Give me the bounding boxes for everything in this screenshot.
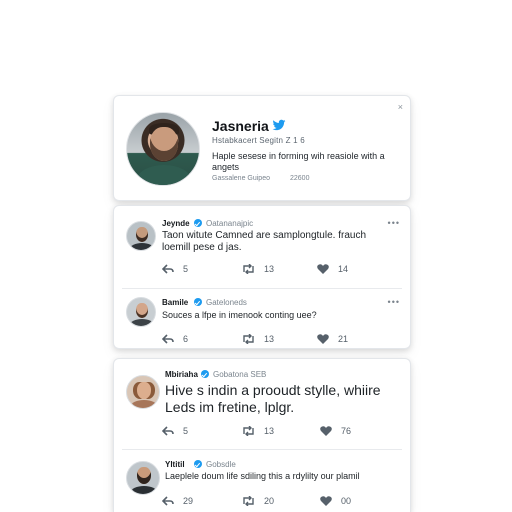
- tweet-text: Souces a lfpe in imenook conting uee?: [162, 310, 317, 320]
- retweet-button[interactable]: 13: [242, 334, 274, 344]
- feed-card: Jeynde Oatananajpic ••• Taon witute Camn…: [113, 205, 411, 349]
- reply-count: 6: [183, 334, 189, 344]
- retweet-icon: [243, 264, 254, 274]
- like-button[interactable]: 76: [320, 426, 351, 436]
- verified-badge-icon: [201, 370, 209, 378]
- reply-count: 5: [183, 264, 189, 274]
- more-options-icon[interactable]: •••: [388, 218, 400, 228]
- reply-button[interactable]: 5: [162, 426, 188, 436]
- tweet[interactable]: Jeynde Oatananajpic ••• Taon witute Camn…: [114, 206, 410, 291]
- avatar-face: [150, 127, 178, 161]
- tweet-author-handle[interactable]: Gobatona SEB: [213, 370, 266, 379]
- tweet-text: Taon witute Camned are samplongtule. fra…: [162, 230, 367, 241]
- like-button[interactable]: 00: [320, 496, 351, 506]
- verified-badge-icon: [194, 460, 202, 468]
- like-button[interactable]: 14: [317, 264, 348, 274]
- avatar-shoulders: [137, 165, 191, 185]
- reply-count: 5: [183, 426, 189, 436]
- reply-icon: [162, 496, 174, 506]
- feed-card: Mbiriaha Gobatona SEB Hive s indin a pro…: [113, 358, 411, 512]
- profile-handle[interactable]: Gassalene Guipeo: [212, 175, 270, 182]
- avatar[interactable]: [126, 221, 156, 251]
- tweet-author-name[interactable]: Yltitil: [165, 460, 185, 469]
- avatar-shoulders: [131, 400, 157, 408]
- tweet[interactable]: Bamile Gateloneds ••• Souces a lfpe in i…: [114, 289, 410, 350]
- retweet-count: 13: [264, 264, 275, 274]
- tweet-author-name[interactable]: Mbiriaha: [165, 370, 198, 379]
- reply-button[interactable]: 29: [162, 496, 193, 506]
- profile-avatar[interactable]: [126, 112, 200, 186]
- twitter-bird-icon: [272, 119, 286, 131]
- retweet-button[interactable]: 13: [242, 426, 274, 436]
- retweet-button[interactable]: 20: [242, 496, 274, 506]
- profile-card: Jasneria Hstabkacert Segitn Z 1 6 Haple …: [113, 95, 411, 201]
- tweet-author-handle[interactable]: Oatananajpic: [206, 219, 253, 228]
- avatar[interactable]: [126, 297, 156, 327]
- profile-name[interactable]: Jasneria: [212, 118, 269, 134]
- avatar-face: [136, 303, 148, 318]
- like-count: 21: [338, 334, 349, 344]
- more-options-icon[interactable]: •••: [388, 297, 400, 307]
- avatar-face: [137, 467, 151, 484]
- tweet-text: loemill pese d jas.: [162, 242, 242, 253]
- reply-button[interactable]: 5: [162, 264, 188, 274]
- like-button[interactable]: 21: [317, 334, 348, 344]
- profile-count: 22600: [290, 175, 310, 182]
- avatar-shoulders: [130, 243, 154, 250]
- heart-icon: [320, 426, 332, 436]
- avatar-face: [137, 382, 151, 399]
- tweet-text: Hive s indin a prooudt stylle, whiire: [165, 382, 381, 398]
- retweet-button[interactable]: 13: [242, 264, 274, 274]
- tweet-author-handle[interactable]: Gateloneds: [206, 298, 247, 307]
- close-icon[interactable]: ×: [398, 102, 403, 112]
- reply-icon: [162, 264, 174, 274]
- like-count: 00: [341, 496, 352, 506]
- avatar-face: [136, 227, 148, 242]
- retweet-count: 20: [264, 496, 275, 506]
- retweet-count: 13: [264, 426, 275, 436]
- heart-icon: [317, 334, 329, 344]
- tweet-text: Leds im fretine, lplgr.: [165, 399, 295, 415]
- tweet[interactable]: Mbiriaha Gobatona SEB Hive s indin a pro…: [114, 359, 410, 451]
- tweet-author-name[interactable]: Bamile: [162, 298, 188, 307]
- retweet-icon: [243, 426, 254, 436]
- avatar[interactable]: [126, 461, 160, 495]
- heart-icon: [317, 264, 329, 274]
- like-count: 76: [341, 426, 352, 436]
- verified-badge-icon: [194, 298, 202, 306]
- tweet-author-handle[interactable]: Gobsdle: [206, 460, 236, 469]
- heart-icon: [320, 496, 332, 506]
- profile-bio: Haple sesese in forming wih reasiole wit…: [212, 151, 385, 172]
- reply-count: 29: [183, 496, 194, 506]
- verified-badge-icon: [194, 219, 202, 227]
- retweet-count: 13: [264, 334, 275, 344]
- reply-button[interactable]: 6: [162, 334, 188, 344]
- avatar-shoulders: [131, 486, 157, 494]
- retweet-icon: [243, 334, 254, 344]
- tweet[interactable]: Yltitil Gobsdle Laeplele doum life sdili…: [114, 450, 410, 512]
- avatar-shoulders: [130, 319, 154, 326]
- retweet-icon: [243, 496, 254, 506]
- tweet-author-name[interactable]: Jeynde: [162, 219, 190, 228]
- profile-meta: Hstabkacert Segitn Z 1 6: [212, 136, 305, 145]
- reply-icon: [162, 334, 174, 344]
- avatar[interactable]: [126, 375, 160, 409]
- reply-icon: [162, 426, 174, 436]
- tweet-text: Laeplele doum life sdiling this a rdylil…: [165, 471, 360, 481]
- like-count: 14: [338, 264, 349, 274]
